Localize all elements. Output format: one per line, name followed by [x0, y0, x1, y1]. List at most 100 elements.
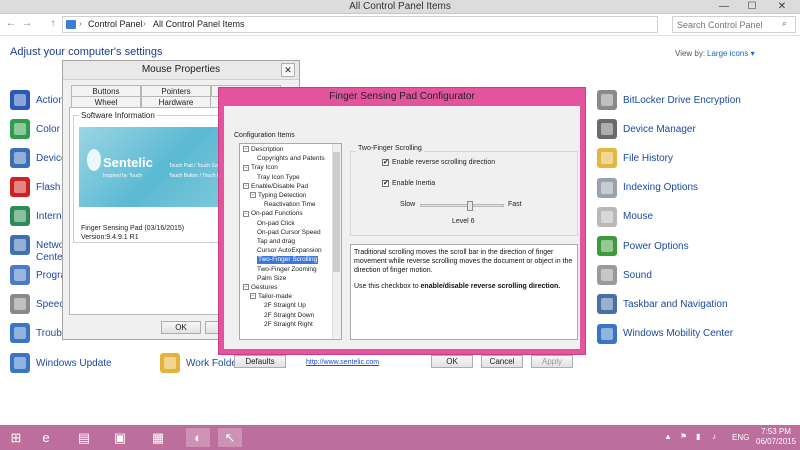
cp-item-right[interactable]: Windows Mobility Center	[597, 322, 733, 346]
close-icon[interactable]: ✕	[281, 63, 295, 77]
apply-button[interactable]: Apply	[531, 355, 573, 368]
tree-collapse-icon[interactable]: −	[243, 284, 249, 291]
cp-item-left[interactable]: Device	[10, 146, 67, 170]
tree-item[interactable]: − Gestures	[243, 284, 277, 292]
tree-item[interactable]: Tap and drag	[257, 238, 295, 246]
tree-item-label: Description	[251, 146, 284, 153]
cp-item-right[interactable]: Indexing Options	[597, 176, 698, 200]
tree-item[interactable]: Cursor AutoExpansion	[257, 247, 322, 255]
programs-icon	[10, 265, 30, 285]
file-explorer-icon[interactable]: ▤	[72, 428, 96, 447]
tree-collapse-icon[interactable]: −	[243, 164, 249, 171]
tree-item[interactable]: Two-Finger Zooming	[257, 266, 317, 274]
tree-item[interactable]: − Tray Icon	[243, 164, 278, 172]
tree-item[interactable]: 2F Straight Right	[264, 321, 313, 329]
cp-item-right[interactable]: Power Options	[597, 234, 689, 258]
cp-item-left[interactable]: Intern	[10, 204, 62, 228]
tree-item[interactable]: − Enable/Disable Pad	[243, 183, 308, 191]
tree-item-label: Two-Finger Scrolling	[258, 256, 318, 264]
tree-item[interactable]: Reactivation Time	[264, 201, 316, 209]
tree-collapse-icon[interactable]: −	[243, 210, 249, 217]
breadcrumb-separator-icon: ›	[143, 19, 146, 28]
cp-item-left[interactable]: Color	[10, 117, 60, 141]
start-button[interactable]: ⊞	[4, 428, 28, 447]
tree-collapse-icon[interactable]: −	[250, 192, 256, 199]
sentelic-website-link[interactable]: http://www.sentelic.com	[306, 359, 379, 366]
inertia-speed-slider[interactable]	[420, 204, 504, 207]
inertia-checkbox[interactable]: ✔	[382, 180, 389, 187]
two-finger-scrolling-label: Two-Finger Scrolling	[356, 145, 424, 152]
cp-item-right[interactable]: Mouse	[597, 205, 653, 229]
cp-item-right[interactable]: File History	[597, 146, 673, 170]
cp-item-left[interactable]: Troub	[10, 321, 62, 345]
tree-item[interactable]: − Typing Detection	[250, 192, 306, 200]
cp-item-left[interactable]: Speec	[10, 292, 64, 316]
tree-scrollbar[interactable]	[332, 144, 341, 339]
up-arrow-icon[interactable]: ↑	[46, 17, 60, 31]
control-panel-icon[interactable]: ▦	[146, 428, 170, 447]
tree-collapse-icon[interactable]: −	[243, 183, 249, 190]
ok-button[interactable]: OK	[431, 355, 473, 368]
forward-arrow-icon[interactable]: →	[20, 17, 34, 31]
cp-item-right[interactable]: Device Manager	[597, 117, 696, 141]
close-button[interactable]: ✕	[770, 0, 794, 14]
minimize-button[interactable]: —	[712, 0, 736, 14]
cp-item-label: BitLocker Drive Encryption	[623, 94, 741, 106]
cp-item-label: Action	[36, 94, 64, 106]
tree-item[interactable]: On-pad Cursor Speed	[257, 229, 321, 237]
fsp-app-icon[interactable]: ↖	[218, 428, 242, 447]
tree-item[interactable]: On-pad Click	[257, 220, 295, 228]
configuration-tree[interactable]: − Description Copyrights and Patents − Tray …	[239, 143, 342, 340]
tree-item-selected[interactable]: Two-Finger Scrolling	[257, 256, 319, 265]
search-input[interactable]	[672, 16, 796, 33]
inertia-speed-slider-thumb[interactable]	[467, 201, 474, 211]
sound-icon	[597, 265, 617, 286]
tree-item[interactable]: 2F Straight Down	[264, 312, 314, 320]
mouse-ok-button[interactable]: OK	[161, 321, 201, 334]
tree-collapse-icon[interactable]: −	[243, 146, 249, 153]
cp-item-label: Sound	[623, 269, 652, 281]
reverse-scrolling-checkbox[interactable]: ✔	[382, 159, 389, 166]
reverse-scrolling-label[interactable]: Enable reverse scrolling direction	[392, 159, 495, 166]
slow-label: Slow	[400, 201, 416, 208]
cp-item-left[interactable]: Progra	[10, 263, 66, 287]
tree-item[interactable]: Tray Icon Type	[257, 174, 300, 182]
address-bar[interactable]: › Control Panel › All Control Panel Item…	[62, 16, 658, 33]
maximize-button[interactable]: ☐	[740, 0, 764, 14]
back-arrow-icon[interactable]: ←	[4, 17, 18, 31]
tree-item[interactable]: − On-pad Functions	[243, 210, 303, 218]
inertia-label[interactable]: Enable Inertia	[392, 180, 435, 187]
tree-item[interactable]: Palm Size	[257, 275, 286, 283]
mouse-app-icon[interactable]: ◐	[186, 428, 210, 447]
cp-item-right[interactable]: Taskbar and Navigation	[597, 292, 728, 316]
cp-item-right[interactable]: Sound	[597, 263, 652, 287]
cp-item-label: Windows Update	[36, 357, 112, 369]
tree-item[interactable]: 2F Straight Up	[264, 302, 306, 310]
network-icon[interactable]: ▮	[696, 432, 700, 441]
clock[interactable]: 7:53 PM 06/07/2015	[756, 427, 796, 447]
breadcrumb-control-panel[interactable]: Control Panel	[88, 19, 143, 29]
breadcrumb-all-items[interactable]: All Control Panel Items	[153, 19, 245, 29]
cp-item-left[interactable]: Action	[10, 88, 64, 112]
cp-item-right[interactable]: BitLocker Drive Encryption	[597, 88, 741, 112]
tray-chevron-icon[interactable]: ▲	[664, 432, 672, 441]
internet-explorer-icon[interactable]: e	[34, 428, 58, 447]
view-by-dropdown[interactable]: Large icons ▾	[707, 49, 755, 58]
cp-item-left[interactable]: Flash	[10, 175, 60, 199]
defaults-button[interactable]: Defaults	[234, 355, 286, 368]
store-icon[interactable]: ▣	[108, 428, 132, 447]
tree-scrollbar-thumb[interactable]	[333, 152, 340, 272]
tree-item-label: 2F Straight Right	[264, 320, 313, 328]
volume-icon[interactable]: ♪	[712, 432, 716, 441]
tree-item[interactable]: Copyrights and Patents	[257, 155, 325, 163]
cp-item-left[interactable]: Windows Update	[10, 351, 112, 375]
tree-item-label: On-pad Cursor Speed	[257, 228, 321, 236]
action-center-icon[interactable]: ⚑	[680, 432, 687, 441]
search-icon[interactable]: ⌕	[782, 18, 787, 29]
tree-collapse-icon[interactable]: −	[250, 293, 256, 300]
tree-item[interactable]: − Description	[243, 146, 284, 154]
tree-item[interactable]: − Tailor-made	[250, 293, 292, 301]
language-indicator[interactable]: ENG	[732, 433, 749, 442]
cancel-button[interactable]: Cancel	[481, 355, 523, 368]
tree-item-label: Two-Finger Zooming	[257, 265, 317, 273]
